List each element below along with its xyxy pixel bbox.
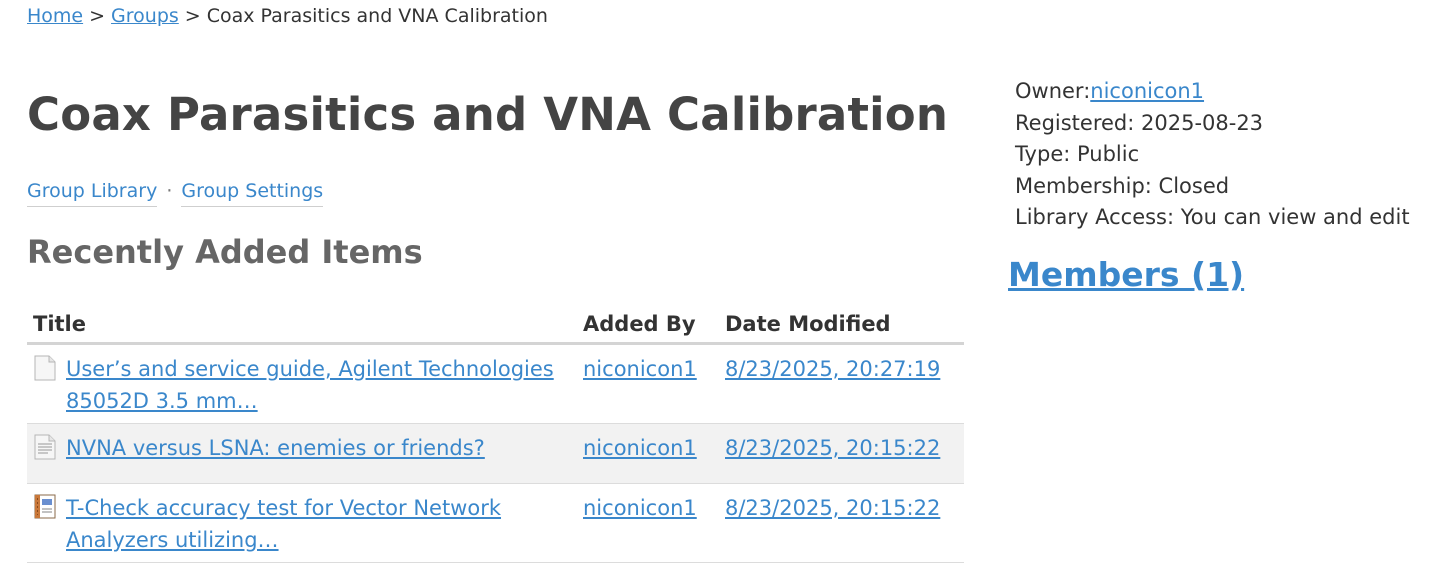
table-row: NVNA versus LSNA: enemies or friends? ni… bbox=[27, 423, 964, 484]
owner-line: Owner:niconicon1 bbox=[1015, 76, 1410, 108]
library-access-line: Library Access: You can view and edit bbox=[1015, 205, 1410, 229]
item-title-link[interactable]: NVNA versus LSNA: enemies or friends? bbox=[66, 432, 485, 464]
owner-link[interactable]: niconicon1 bbox=[1090, 79, 1204, 103]
breadcrumb-separator: > bbox=[89, 5, 106, 27]
added-by-link[interactable]: niconicon1 bbox=[583, 357, 697, 381]
title-cell: NVNA versus LSNA: enemies or friends? bbox=[27, 423, 577, 484]
added-by-link[interactable]: niconicon1 bbox=[583, 496, 697, 520]
group-nav: Group Library · Group Settings bbox=[27, 180, 324, 207]
breadcrumb-current: Coax Parasitics and VNA Calibration bbox=[206, 5, 548, 27]
page-title: Coax Parasitics and VNA Calibration bbox=[27, 88, 949, 141]
breadcrumb: Home > Groups > Coax Parasitics and VNA Cali… bbox=[27, 3, 548, 29]
recent-items-heading: Recently Added Items bbox=[27, 233, 423, 271]
owner-label: Owner: bbox=[1015, 79, 1091, 103]
date-cell: 8/23/2025, 20:15:22 bbox=[719, 423, 964, 484]
added-by-cell: niconicon1 bbox=[577, 423, 719, 484]
type-line: Type: Public bbox=[1015, 142, 1140, 166]
added-by-cell: niconicon1 bbox=[577, 343, 719, 424]
date-cell: 8/23/2025, 20:15:22 bbox=[719, 483, 964, 563]
title-cell: T-Check accuracy test for Vector Network… bbox=[27, 483, 577, 563]
group-settings-link[interactable]: Group Settings bbox=[181, 180, 324, 207]
text-document-icon bbox=[33, 434, 57, 469]
column-header-added-by[interactable]: Added By bbox=[577, 301, 719, 345]
item-title-link[interactable]: T-Check accuracy test for Vector Network… bbox=[66, 492, 571, 556]
notebook-icon bbox=[33, 494, 57, 529]
membership-line: Membership: Closed bbox=[1015, 173, 1230, 198]
table-row: User’s and service guide, Agilent Techno… bbox=[27, 343, 964, 424]
breadcrumb-groups-link[interactable]: Groups bbox=[111, 5, 179, 27]
breadcrumb-separator: > bbox=[184, 5, 201, 27]
column-header-title[interactable]: Title bbox=[27, 301, 577, 345]
recent-items-table: Title Added By Date Modified User’s and … bbox=[27, 301, 964, 563]
date-modified-link[interactable]: 8/23/2025, 20:27:19 bbox=[725, 357, 940, 381]
group-info: Owner:niconicon1 Registered: 2025-08-23 … bbox=[1015, 76, 1410, 234]
added-by-cell: niconicon1 bbox=[577, 483, 719, 563]
title-cell: User’s and service guide, Agilent Techno… bbox=[27, 343, 577, 424]
table-row: T-Check accuracy test for Vector Network… bbox=[27, 483, 964, 563]
column-header-date-modified[interactable]: Date Modified bbox=[719, 301, 964, 345]
date-cell: 8/23/2025, 20:27:19 bbox=[719, 343, 964, 424]
date-modified-link[interactable]: 8/23/2025, 20:15:22 bbox=[725, 496, 940, 520]
group-library-link[interactable]: Group Library bbox=[27, 180, 158, 207]
members-heading: Members (1) bbox=[1008, 255, 1244, 294]
date-modified-link[interactable]: 8/23/2025, 20:15:22 bbox=[725, 436, 940, 460]
added-by-link[interactable]: niconicon1 bbox=[583, 436, 697, 460]
members-link[interactable]: Members (1) bbox=[1008, 255, 1244, 294]
document-icon bbox=[33, 355, 57, 390]
nav-separator: · bbox=[166, 180, 173, 202]
item-title-link[interactable]: User’s and service guide, Agilent Techno… bbox=[66, 353, 571, 417]
registered-line: Registered: 2025-08-23 bbox=[1015, 110, 1264, 135]
breadcrumb-home-link[interactable]: Home bbox=[27, 5, 83, 27]
table-header-row: Title Added By Date Modified bbox=[27, 301, 964, 345]
